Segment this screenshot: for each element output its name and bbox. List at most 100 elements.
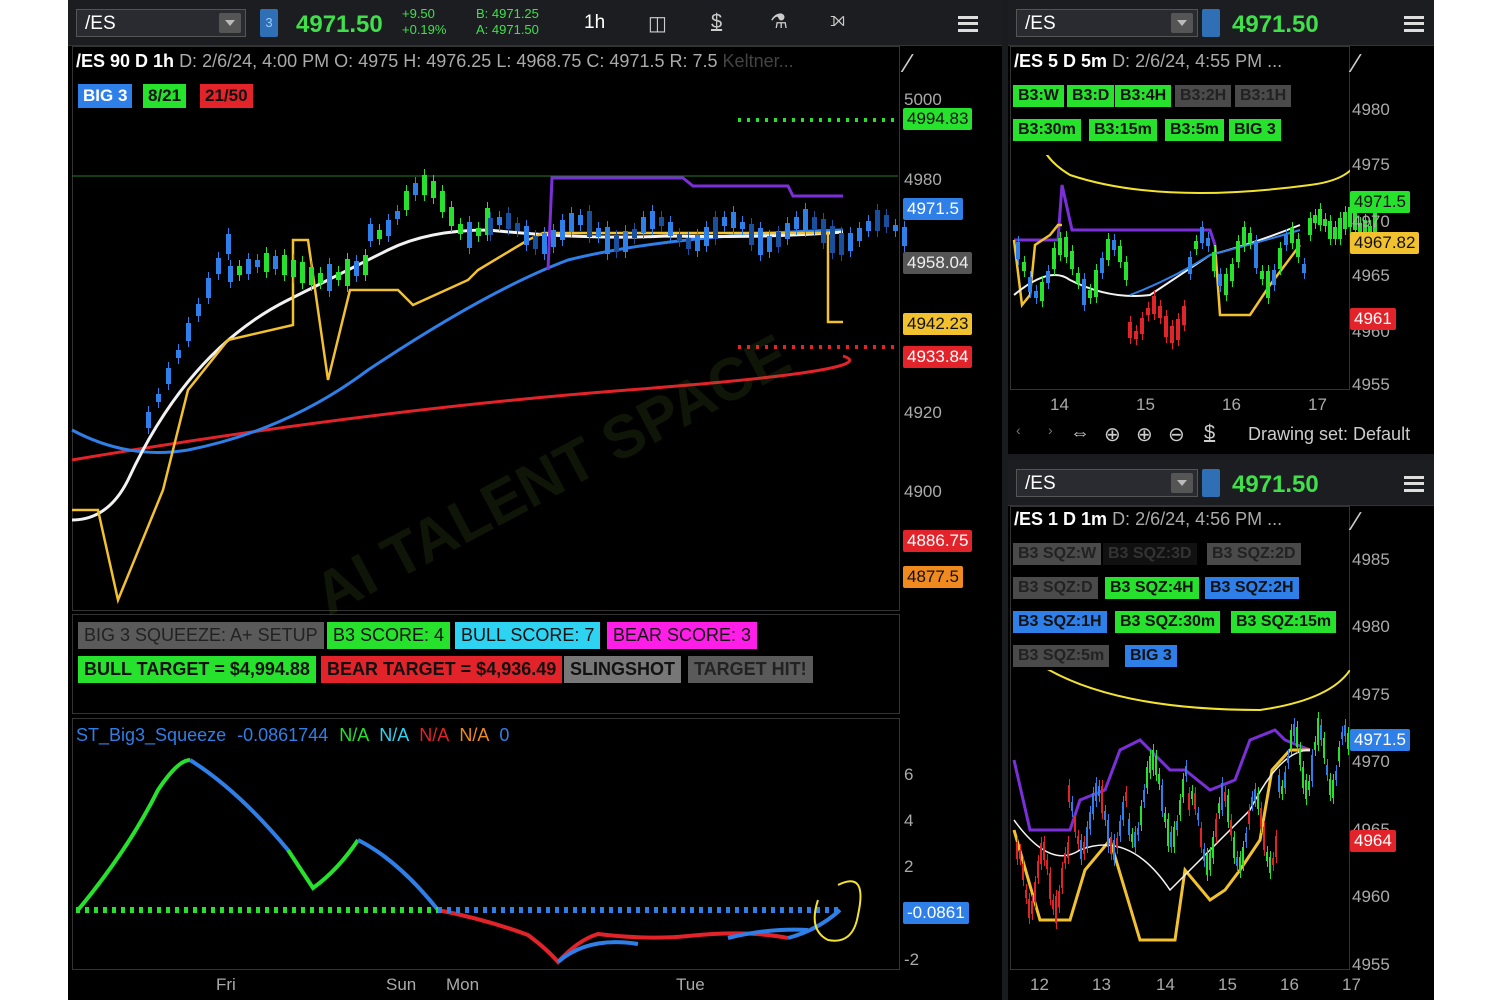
flask-icon[interactable]: ⚗ <box>770 9 788 34</box>
candle-body <box>569 213 574 232</box>
candle-body <box>677 233 682 242</box>
candle-body <box>740 222 745 230</box>
zoom-in-icon[interactable]: ⊕ <box>1136 422 1153 447</box>
candle-body <box>1347 732 1349 749</box>
candle-body <box>1260 808 1262 828</box>
candle-body <box>884 215 889 228</box>
candle-body <box>821 218 826 244</box>
candle-body <box>749 223 754 245</box>
candle-body <box>1242 227 1246 246</box>
candle-body <box>1043 841 1045 861</box>
drawing-set-label[interactable]: Drawing set: Default <box>1248 424 1410 445</box>
x-axis-mon: Mon <box>446 975 480 994</box>
candle-body <box>1308 218 1312 235</box>
candle-body <box>1025 890 1027 898</box>
y5m-4970: 4970 <box>1352 212 1390 231</box>
candle-body <box>1046 859 1048 870</box>
dollar-icon[interactable]: $ <box>711 11 722 34</box>
candle-body <box>1191 790 1193 800</box>
candle-body <box>803 208 808 232</box>
candle-body <box>1019 850 1021 859</box>
scroll-left-icon[interactable]: ‹ <box>1016 422 1021 438</box>
label-slingshot: SLINGSHOT <box>564 656 682 683</box>
chevron-down-icon[interactable] <box>1171 473 1193 493</box>
y-axis-4920: 4920 <box>904 403 942 422</box>
candle-body <box>830 226 835 253</box>
candle-body <box>1140 318 1144 334</box>
link-icon-1m[interactable] <box>1202 469 1220 497</box>
candle-body <box>1332 779 1334 798</box>
candle-body <box>1107 819 1109 847</box>
squeeze-badge: B3:1H <box>1234 84 1293 108</box>
squeeze-badge: B3 SQZ:4H <box>1104 576 1200 600</box>
pan-icon[interactable]: ⇔ <box>1070 422 1090 445</box>
keltner-study[interactable]: Keltner... <box>723 51 794 71</box>
dollar-icon[interactable]: $ <box>1204 422 1215 445</box>
candle-body <box>1031 901 1033 914</box>
link-icon[interactable]: 3 <box>260 9 278 37</box>
menu-icon[interactable] <box>958 16 978 32</box>
candlestick-style-icon[interactable]: ◫ <box>648 11 667 36</box>
candle-body <box>1266 271 1270 299</box>
white-ema-line <box>71 228 844 522</box>
candle-body <box>1251 797 1253 805</box>
symbol-selector-5m[interactable]: /ES <box>1016 9 1198 37</box>
squeeze-badge: B3:2H <box>1174 84 1233 108</box>
candle-body <box>659 217 664 227</box>
x5m-16: 16 <box>1222 395 1241 414</box>
chart-low: L: 4968.75 <box>496 51 582 71</box>
candle-body <box>1293 723 1295 737</box>
link-icon-5m[interactable] <box>1202 9 1220 37</box>
oscillator-blue-segment-1 <box>188 758 290 852</box>
zoom-out-icon[interactable]: ⊖ <box>1168 422 1185 447</box>
candle-body <box>1182 778 1184 797</box>
scale-icon-5m[interactable]: ∕ <box>1354 48 1358 79</box>
candle-body <box>641 217 646 233</box>
candle-body <box>1028 898 1030 918</box>
main-price-chart <box>71 118 898 605</box>
candle-body <box>1343 212 1347 230</box>
candle-body <box>1164 316 1168 337</box>
menu-icon-1m[interactable] <box>1404 476 1424 492</box>
candle-body <box>1305 780 1307 799</box>
candle-body <box>1302 767 1304 788</box>
squeeze-badge: B3 SQZ:2D <box>1206 542 1302 566</box>
chevron-down-icon[interactable] <box>1171 13 1193 33</box>
candle-body <box>542 233 547 254</box>
scale-icon[interactable]: ∕ <box>906 48 910 79</box>
symbol-text-1m: /ES <box>1025 473 1056 494</box>
candle-body <box>857 228 862 242</box>
candle-body <box>1122 801 1124 820</box>
candle-body <box>704 227 709 247</box>
drawing-tools-icon[interactable]: ⟕ <box>830 9 845 32</box>
symbol-selector[interactable]: /ES <box>76 9 246 37</box>
candle-body <box>327 264 332 292</box>
candle-body <box>1106 239 1110 261</box>
candle-body <box>146 411 151 429</box>
candle-body <box>1149 755 1151 773</box>
candle-body <box>1089 811 1091 829</box>
squeeze-badge: B3 SQZ:30m <box>1114 610 1222 634</box>
price-tag-trail: 4942.23 <box>903 313 973 335</box>
menu-icon-5m[interactable] <box>1404 16 1424 32</box>
candle-body <box>255 259 260 268</box>
scroll-right-icon[interactable]: › <box>1048 422 1053 438</box>
scale-icon-1m[interactable]: ∕ <box>1354 506 1358 537</box>
squeeze-badge: B3:4H <box>1114 84 1173 108</box>
candle-body <box>1326 765 1328 775</box>
symbol-selector-1m[interactable]: /ES <box>1016 469 1198 497</box>
candle-body <box>264 252 269 272</box>
price-tag-ema: 4958.04 <box>903 252 973 274</box>
squeeze-badge: B3 SQZ:W <box>1012 542 1103 566</box>
y1m-4960: 4960 <box>1352 887 1390 906</box>
chevron-down-icon[interactable] <box>219 13 241 33</box>
candle-body <box>1333 226 1337 240</box>
crosshair-icon[interactable]: ⊕ <box>1104 422 1121 447</box>
candle-body <box>413 182 418 195</box>
candle-body <box>449 207 454 226</box>
osc-value-tag: -0.0861 <box>903 902 969 924</box>
timeframe-button[interactable]: 1h <box>584 12 605 34</box>
candle-body <box>1236 856 1238 867</box>
candle-body <box>1083 841 1085 855</box>
candle-body <box>1080 839 1082 859</box>
